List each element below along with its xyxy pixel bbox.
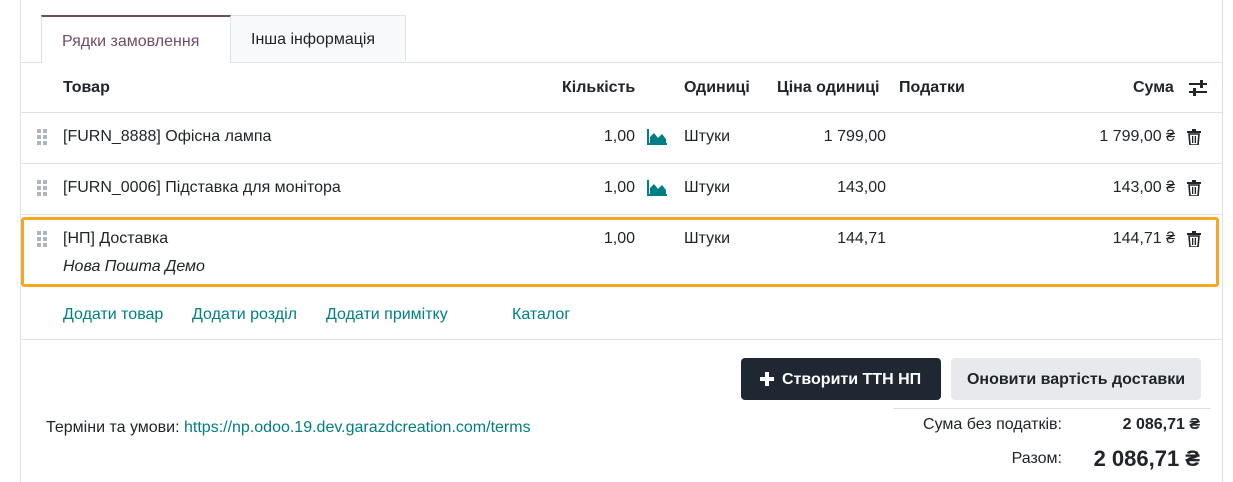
create-ttn-button[interactable]: Створити ТТН НП [741,358,941,400]
line-uom[interactable]: Штуки [684,128,730,146]
catalog-link[interactable]: Каталог [512,306,570,324]
line-quantity[interactable]: 1,00 [581,179,635,197]
line-subtotal: 143,00 ₴ [1112,179,1175,196]
drag-handle-icon[interactable] [37,180,47,196]
update-shipping-button[interactable]: Оновити вартість доставки [951,358,1201,400]
lines-footer-divider [21,339,1222,340]
table-row[interactable]: [FURN_0006] Підставка для монітора 1,00 … [21,164,1222,214]
column-header-taxes[interactable]: Податки [899,79,965,97]
totals-divider [893,408,1211,409]
trash-icon[interactable] [1187,180,1201,196]
column-header-uom[interactable]: Одиниці [684,79,750,97]
line-uom[interactable]: Штуки [684,179,730,197]
area-chart-icon[interactable] [647,180,667,196]
sliders-icon[interactable] [1188,80,1208,96]
line-product[interactable]: [FURN_8888] Офісна лампа [63,128,271,146]
total-amount-value: 2 086,71 ₴ [1093,446,1200,471]
column-header-quantity[interactable]: Кількість [562,79,635,97]
row-highlight [21,217,1219,287]
line-quantity[interactable]: 1,00 [581,128,635,146]
line-product[interactable]: [FURN_0006] Підставка для монітора [63,179,341,197]
line-subtotal: 1 799,00 ₴ [1099,128,1175,145]
terms-link[interactable]: https://np.odoo.19.dev.garazdcreation.co… [184,419,531,436]
total-amount-label: Разом: [1011,450,1062,467]
line-price-unit[interactable]: 143,00 [786,179,886,197]
table-row[interactable]: [FURN_8888] Офісна лампа 1,00 Штуки 1 79… [21,113,1222,163]
terms-and-conditions: Терміни та умови: https://np.odoo.19.dev… [46,419,531,437]
add-note-link[interactable]: Додати примітку [326,306,448,324]
untaxed-amount-label: Сума без податків: [923,416,1062,433]
untaxed-amount-value: 2 086,71 ₴ [1122,416,1200,433]
plus-icon [760,372,774,386]
tab-order-lines[interactable]: Рядки замовлення [41,15,231,63]
column-header-subtotal[interactable]: Сума [1133,79,1174,97]
table-header: Товар Кількість Одиниці Ціна одиниці Под… [21,63,1222,112]
create-ttn-label: Створити ТТН НП [782,371,922,388]
column-header-price-unit[interactable]: Ціна одиниці [777,79,879,97]
tab-other-info[interactable]: Інша інформація [231,15,406,61]
trash-icon[interactable] [1187,129,1201,145]
line-price-unit[interactable]: 1 799,00 [786,128,886,146]
area-chart-icon[interactable] [647,129,667,145]
column-header-product[interactable]: Товар [63,79,110,97]
terms-label: Терміни та умови: [46,419,180,436]
add-product-link[interactable]: Додати товар [63,306,163,324]
drag-handle-icon[interactable] [37,129,47,145]
add-section-link[interactable]: Додати розділ [192,306,297,324]
update-shipping-label: Оновити вартість доставки [966,371,1186,388]
